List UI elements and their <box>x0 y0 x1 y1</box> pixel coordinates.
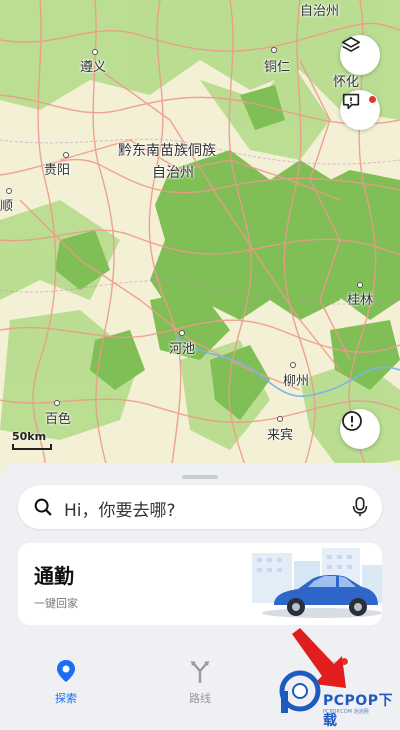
report-button[interactable] <box>340 409 380 449</box>
city-dot <box>271 47 277 53</box>
pcpop-logo-icon <box>279 670 321 713</box>
commute-subtitle: 一键回家 <box>34 597 78 610</box>
feedback-button[interactable] <box>340 90 380 130</box>
tab-route-label: 路线 <box>189 692 211 705</box>
city-label[interactable]: 来宾 <box>267 424 293 443</box>
microphone-icon[interactable] <box>350 496 370 518</box>
city-dot <box>6 188 12 194</box>
city-dot <box>92 49 98 55</box>
notification-dot <box>368 95 377 104</box>
map-view[interactable]: 遵义 铜仁 怀化 自治州 黔东南苗族侗族 自治州 贵阳 顺 河池 柳州 桂林 百… <box>0 0 400 480</box>
car-illustration <box>252 548 382 618</box>
city-label[interactable]: 顺 <box>0 195 13 214</box>
tab-route[interactable]: 路线 <box>170 659 230 706</box>
city-label[interactable]: 贵阳 <box>44 159 70 178</box>
city-dot <box>290 362 296 368</box>
search-bar[interactable]: Hi，你要去哪? <box>18 485 382 529</box>
city-label[interactable]: 自治州 <box>300 0 339 19</box>
city-label[interactable]: 铜仁 <box>264 56 290 75</box>
route-icon <box>191 661 209 684</box>
alert-icon <box>342 411 362 431</box>
city-label[interactable]: 自治州 <box>152 162 194 182</box>
location-pin-icon <box>57 660 75 682</box>
commute-title: 通勤 <box>34 564 74 588</box>
tab-explore[interactable]: 探索 <box>36 659 96 706</box>
city-label[interactable]: 百色 <box>45 408 71 427</box>
watermark: PCPOP下载 PCPOP.COM 泡泡网 <box>275 658 400 729</box>
search-icon <box>34 498 52 516</box>
feedback-icon <box>342 93 360 110</box>
city-label[interactable]: 黔东南苗族侗族 <box>118 140 216 160</box>
city-label[interactable]: 柳州 <box>283 370 309 389</box>
city-label[interactable]: 桂林 <box>347 289 373 308</box>
layers-button[interactable] <box>340 35 380 75</box>
tab-explore-label: 探索 <box>55 692 77 705</box>
commute-card[interactable]: 通勤 一键回家 <box>18 543 382 625</box>
layers-icon <box>341 36 361 52</box>
city-label[interactable]: 遵义 <box>80 56 106 75</box>
search-input[interactable]: Hi，你要去哪? <box>64 496 176 521</box>
city-dot <box>179 330 185 336</box>
city-dot <box>63 152 69 158</box>
watermark-tagline: PCPOP.COM 泡泡网 <box>323 709 369 715</box>
sheet-drag-handle[interactable] <box>182 475 218 479</box>
map-scale-bar <box>12 444 52 450</box>
city-dot <box>277 416 283 422</box>
city-label[interactable]: 河池 <box>169 338 195 357</box>
map-scale-label: 50km <box>12 430 47 443</box>
city-dot <box>54 400 60 406</box>
city-dot <box>357 282 363 288</box>
